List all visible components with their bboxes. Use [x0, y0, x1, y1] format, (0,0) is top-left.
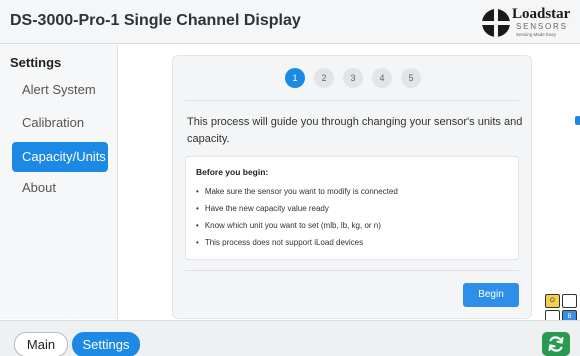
sidebar-item-calibration[interactable]: Calibration [12, 108, 108, 138]
logo-sub: SENSORS [516, 22, 568, 31]
divider [185, 270, 519, 271]
step-2: 2 [314, 68, 334, 88]
sidebar-item-capacity-units[interactable]: Capacity/Units [12, 142, 108, 172]
before-heading: Before you begin: [196, 167, 269, 177]
checklist: Make sure the sensor you want to modify … [196, 183, 398, 251]
wizard-intro-text: This process will guide you through chan… [187, 116, 523, 145]
checklist-item: This process does not support iLoad devi… [196, 234, 398, 251]
divider [185, 100, 519, 101]
sidebar-item-alert-system[interactable]: Alert System [12, 75, 108, 105]
checklist-item: Have the new capacity value ready [196, 200, 398, 217]
logo-tagline: Sensing Made Easy [516, 32, 557, 37]
sidebar-item-about[interactable]: About [12, 173, 108, 203]
logo-mark-icon [482, 9, 510, 37]
sidebar-heading: Settings [10, 55, 62, 70]
status-cell-empty[interactable] [562, 294, 577, 308]
loadstar-logo: Loadstar SENSORS Sensing Made Easy [482, 6, 576, 40]
checkbox-icon[interactable] [575, 116, 580, 125]
settings-sidebar: Settings Alert System Calibration Capaci… [0, 45, 118, 319]
status-cell-o[interactable]: O [545, 294, 560, 308]
logo-brand: Loadstar [512, 6, 571, 22]
sync-icon [548, 336, 564, 352]
app-header: DS-3000-Pro-1 Single Channel Display Loa… [0, 0, 580, 44]
footer-bar: Main Settings [0, 320, 580, 356]
step-5: 5 [401, 68, 421, 88]
step-3: 3 [343, 68, 363, 88]
before-you-begin-box: Before you begin: Make sure the sensor y… [185, 156, 519, 260]
checklist-item: Know which unit you want to set (mlb, lb… [196, 217, 398, 234]
tab-main[interactable]: Main [14, 332, 68, 356]
capacity-wizard-card: 1 2 3 4 5 This process will guide you th… [172, 55, 532, 319]
checklist-item: Make sure the sensor you want to modify … [196, 183, 398, 200]
tab-settings[interactable]: Settings [72, 332, 140, 356]
step-1: 1 [285, 68, 305, 88]
sync-button[interactable] [542, 332, 570, 356]
page-title: DS-3000-Pro-1 Single Channel Display [10, 12, 301, 29]
begin-button[interactable]: Begin [463, 283, 519, 307]
step-indicator: 1 2 3 4 5 [285, 68, 425, 88]
step-4: 4 [372, 68, 392, 88]
